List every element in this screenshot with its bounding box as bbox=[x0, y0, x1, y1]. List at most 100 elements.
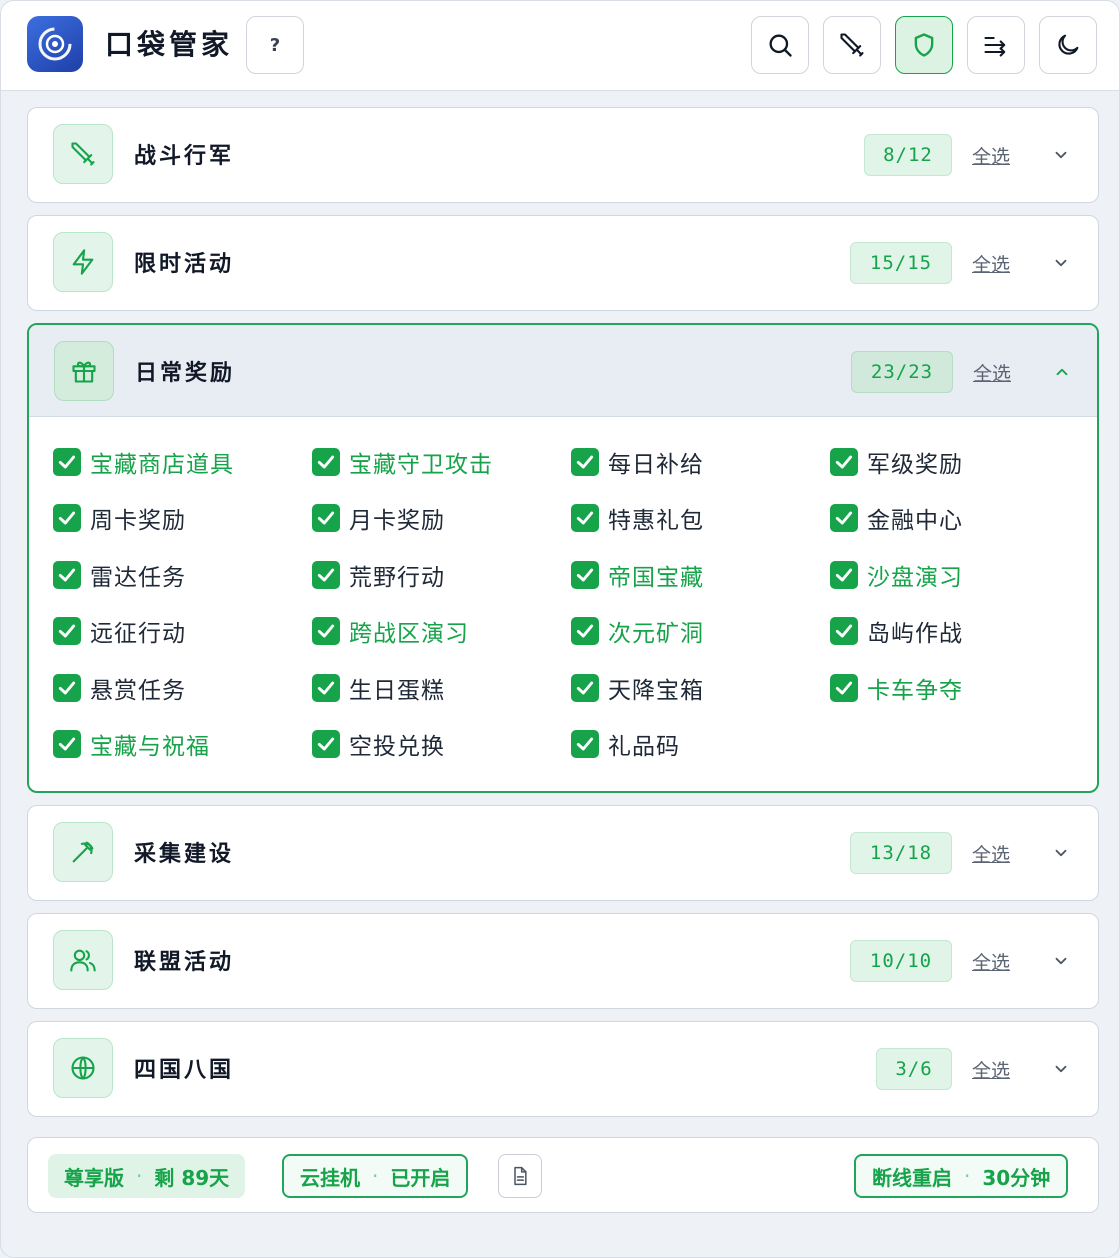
checklist-item[interactable]: 生日蛋糕 bbox=[312, 671, 445, 705]
section-icon-box bbox=[53, 822, 113, 882]
check-icon bbox=[835, 511, 853, 525]
checklist-item[interactable]: 特惠礼包 bbox=[571, 501, 704, 535]
checklist-item[interactable]: 远征行动 bbox=[53, 614, 186, 648]
help-button[interactable]: ? bbox=[246, 16, 304, 74]
checklist-item[interactable]: 跨战区演习 bbox=[312, 614, 469, 648]
checklist-item[interactable]: 金融中心 bbox=[830, 501, 963, 535]
section-header[interactable]: 四国八国 3/6 全选 bbox=[28, 1022, 1098, 1114]
checklist-item[interactable]: 宝藏商店道具 bbox=[53, 445, 234, 479]
checkbox[interactable] bbox=[312, 448, 340, 476]
checkbox[interactable] bbox=[312, 561, 340, 589]
count-badge: 23/23 bbox=[851, 351, 953, 393]
checklist-item[interactable]: 悬赏任务 bbox=[53, 671, 186, 705]
shield-button[interactable] bbox=[895, 16, 953, 74]
checklist-item[interactable]: 周卡奖励 bbox=[53, 501, 186, 535]
check-icon bbox=[58, 568, 76, 582]
expand-button[interactable] bbox=[1050, 144, 1072, 166]
checkbox[interactable] bbox=[53, 730, 81, 758]
checklist-item[interactable]: 荒野行动 bbox=[312, 558, 445, 592]
select-all-link[interactable]: 全选 bbox=[972, 840, 1010, 867]
checkbox[interactable] bbox=[53, 674, 81, 702]
checklist-item[interactable]: 礼品码 bbox=[571, 727, 680, 761]
battle-button[interactable] bbox=[823, 16, 881, 74]
checklist-item[interactable]: 雷达任务 bbox=[53, 558, 186, 592]
section-four-eight-nations: 四国八国 3/6 全选 bbox=[27, 1021, 1099, 1117]
checklist-item-label: 宝藏商店道具 bbox=[90, 452, 234, 478]
checkbox[interactable] bbox=[312, 730, 340, 758]
checklist-item[interactable]: 每日补给 bbox=[571, 445, 704, 479]
checklist-item[interactable]: 次元矿洞 bbox=[571, 614, 704, 648]
search-button[interactable] bbox=[751, 16, 809, 74]
checkbox[interactable] bbox=[571, 617, 599, 645]
auto-reconnect-button[interactable]: 断线重启 · 30分钟 bbox=[854, 1154, 1069, 1198]
checklist-item-label: 月卡奖励 bbox=[349, 508, 445, 534]
checklist-item-label: 军级奖励 bbox=[867, 452, 963, 478]
checklist-item[interactable]: 帝国宝藏 bbox=[571, 558, 704, 592]
checkbox[interactable] bbox=[571, 730, 599, 758]
section-header[interactable]: 日常奖励 23/23 全选 bbox=[29, 325, 1097, 417]
checklist-item[interactable]: 宝藏与祝福 bbox=[53, 727, 210, 761]
count-badge: 15/15 bbox=[850, 242, 952, 284]
cloud-status: 已开启 bbox=[390, 1165, 451, 1190]
check-icon bbox=[317, 568, 335, 582]
checklist-item-label: 天降宝箱 bbox=[608, 678, 704, 704]
check-icon bbox=[58, 511, 76, 525]
checkbox[interactable] bbox=[312, 674, 340, 702]
checklist-item-label: 宝藏与祝福 bbox=[90, 734, 210, 760]
checklist-item-label: 宝藏守卫攻击 bbox=[349, 452, 493, 478]
checkbox[interactable] bbox=[571, 504, 599, 532]
sword-icon bbox=[840, 33, 864, 57]
gift-icon bbox=[72, 361, 96, 383]
select-all-link[interactable]: 全选 bbox=[973, 359, 1011, 386]
section-header[interactable]: 限时活动 15/15 全选 bbox=[28, 216, 1098, 308]
vip-badge: 尊享版 · 剩 89天 bbox=[48, 1154, 246, 1198]
checklist-item[interactable]: 岛屿作战 bbox=[830, 614, 963, 648]
sort-button[interactable] bbox=[967, 16, 1025, 74]
checkbox[interactable] bbox=[53, 617, 81, 645]
check-icon bbox=[576, 681, 594, 695]
checklist-item[interactable]: 沙盘演习 bbox=[830, 558, 963, 592]
checkbox[interactable] bbox=[53, 561, 81, 589]
checkbox[interactable] bbox=[830, 561, 858, 589]
select-all-link[interactable]: 全选 bbox=[972, 250, 1010, 277]
count-badge: 13/18 bbox=[850, 832, 952, 874]
log-button[interactable] bbox=[498, 1154, 542, 1198]
expand-button[interactable] bbox=[1050, 950, 1072, 972]
separator-dot: · bbox=[964, 1164, 971, 1188]
checklist-item[interactable]: 宝藏守卫攻击 bbox=[312, 445, 493, 479]
checkbox[interactable] bbox=[53, 504, 81, 532]
checklist-item[interactable]: 卡车争夺 bbox=[830, 671, 963, 705]
checkbox[interactable] bbox=[830, 504, 858, 532]
section-header[interactable]: 采集建设 13/18 全选 bbox=[28, 806, 1098, 898]
separator-dot: · bbox=[372, 1164, 379, 1188]
checklist-item[interactable]: 月卡奖励 bbox=[312, 501, 445, 535]
cloud-hosting-button[interactable]: 云挂机 · 已开启 bbox=[282, 1154, 469, 1198]
checklist-item-label: 沙盘演习 bbox=[867, 565, 963, 591]
checklist-item[interactable]: 空投兑换 bbox=[312, 727, 445, 761]
checklist-item[interactable]: 军级奖励 bbox=[830, 445, 963, 479]
checkbox[interactable] bbox=[571, 448, 599, 476]
section-header[interactable]: 联盟活动 10/10 全选 bbox=[28, 914, 1098, 1006]
check-icon bbox=[317, 681, 335, 695]
checklist-item[interactable]: 天降宝箱 bbox=[571, 671, 704, 705]
checkbox[interactable] bbox=[571, 674, 599, 702]
expand-button[interactable] bbox=[1050, 252, 1072, 274]
logo-icon bbox=[38, 27, 72, 61]
section-header[interactable]: 战斗行军 8/12 全选 bbox=[28, 108, 1098, 200]
checkbox[interactable] bbox=[830, 674, 858, 702]
expand-button[interactable] bbox=[1050, 1058, 1072, 1080]
checkbox[interactable] bbox=[571, 561, 599, 589]
expand-button[interactable] bbox=[1050, 842, 1072, 864]
theme-button[interactable] bbox=[1039, 16, 1097, 74]
checkbox[interactable] bbox=[312, 504, 340, 532]
select-all-link[interactable]: 全选 bbox=[972, 1056, 1010, 1083]
collapse-button[interactable] bbox=[1051, 361, 1073, 383]
checklist-item-label: 悬赏任务 bbox=[90, 678, 186, 704]
checkbox[interactable] bbox=[830, 448, 858, 476]
checkbox[interactable] bbox=[53, 448, 81, 476]
checkbox[interactable] bbox=[830, 617, 858, 645]
select-all-link[interactable]: 全选 bbox=[972, 948, 1010, 975]
select-all-link[interactable]: 全选 bbox=[972, 142, 1010, 169]
checkbox[interactable] bbox=[312, 617, 340, 645]
sword-icon bbox=[71, 142, 95, 166]
